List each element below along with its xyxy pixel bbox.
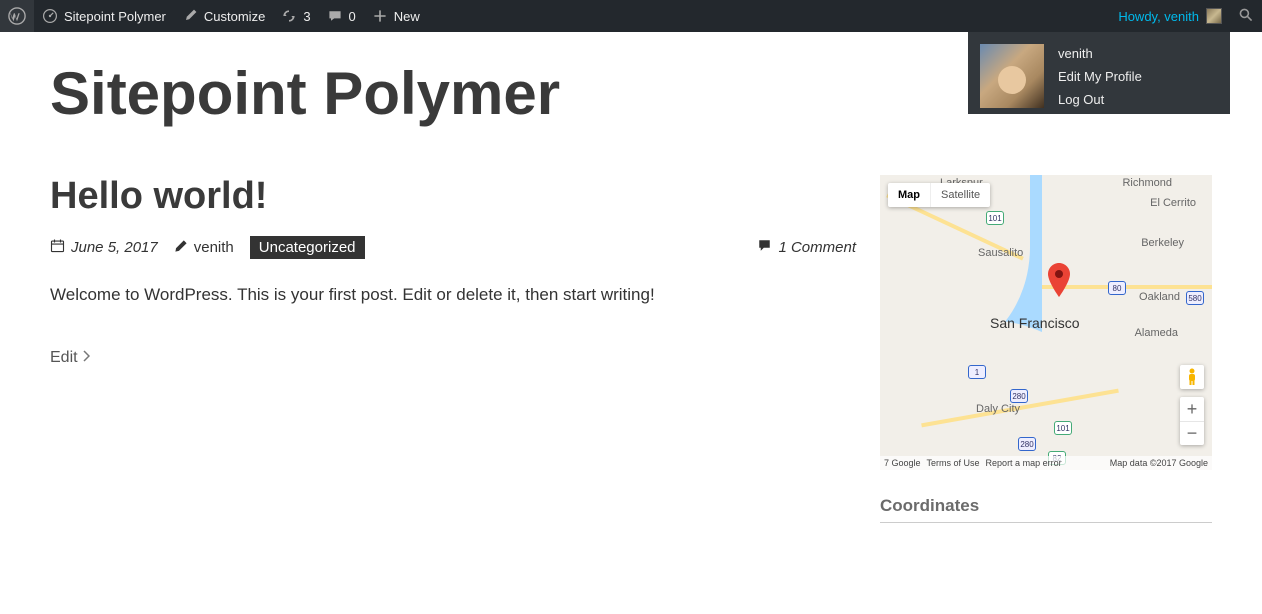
pencil-icon <box>174 239 188 257</box>
post-meta: June 5, 2017 venith Uncategorized 1 Comm… <box>50 236 856 259</box>
post-category[interactable]: Uncategorized <box>250 236 365 259</box>
new-text: New <box>394 9 420 24</box>
search-icon <box>1238 7 1254 26</box>
route-shield: 1 <box>968 365 986 379</box>
comment-bubble-icon <box>757 238 772 257</box>
calendar-icon <box>50 238 65 257</box>
post-title[interactable]: Hello world! <box>50 175 856 218</box>
route-shield: 80 <box>1108 281 1126 295</box>
dropdown-username: venith <box>1058 46 1142 61</box>
route-shield: 101 <box>986 211 1004 225</box>
update-icon <box>281 8 297 24</box>
map-label: Sausalito <box>978 247 1023 259</box>
wp-admin-bar: Sitepoint Polymer Customize 3 0 New <box>0 0 1262 32</box>
avatar-large <box>980 44 1044 108</box>
wp-logo[interactable] <box>0 0 34 32</box>
customize-text: Customize <box>204 9 265 24</box>
map-footer: 7 Google Terms of Use Report a map error… <box>880 456 1212 470</box>
route-shield: 580 <box>1186 291 1204 305</box>
google-map[interactable]: Larkspur Richmond El Cerrito Sausalito B… <box>880 175 1212 470</box>
zoom-out-button[interactable]: − <box>1180 421 1204 445</box>
map-label: Berkeley <box>1141 237 1184 249</box>
howdy-text: Howdy, venith <box>1118 9 1199 24</box>
dashboard-icon <box>42 8 58 24</box>
route-shield: 101 <box>1054 421 1072 435</box>
customize-link[interactable]: Customize <box>174 0 273 32</box>
map-label: Richmond <box>1122 177 1172 189</box>
logout-link[interactable]: Log Out <box>1058 92 1142 107</box>
map-marker-icon <box>1048 263 1070 300</box>
chevron-right-icon <box>82 349 90 367</box>
map-label: Alameda <box>1135 327 1178 339</box>
comments-count: 0 <box>349 9 356 24</box>
map-label: Oakland <box>1139 291 1180 303</box>
zoom-in-button[interactable]: + <box>1180 397 1204 421</box>
map-type-map[interactable]: Map <box>888 183 930 207</box>
map-type-control: Map Satellite <box>888 183 990 207</box>
user-dropdown: venith Edit My Profile Log Out <box>968 32 1230 114</box>
admin-search-button[interactable] <box>1230 0 1262 32</box>
route-shield: 280 <box>1018 437 1036 451</box>
site-name-text: Sitepoint Polymer <box>64 9 166 24</box>
post-body: Welcome to WordPress. This is your first… <box>50 285 856 305</box>
plus-icon <box>372 8 388 24</box>
howdy-link[interactable]: Howdy, venith <box>1110 0 1230 32</box>
brush-icon <box>182 8 198 24</box>
map-type-satellite[interactable]: Satellite <box>930 183 990 207</box>
post-date[interactable]: June 5, 2017 <box>71 239 158 256</box>
map-label: San Francisco <box>990 315 1079 331</box>
wordpress-icon <box>8 7 26 25</box>
pegman-button[interactable] <box>1180 365 1204 389</box>
new-link[interactable]: New <box>364 0 428 32</box>
site-name-link[interactable]: Sitepoint Polymer <box>34 0 174 32</box>
edit-post-link[interactable]: Edit <box>50 349 856 367</box>
avatar-small <box>1206 8 1222 24</box>
zoom-controls: + − <box>1180 397 1204 445</box>
post-comments-link[interactable]: 1 Comment <box>778 239 856 256</box>
map-label: Daly City <box>976 403 1020 415</box>
comment-icon <box>327 8 343 24</box>
terms-link[interactable]: Terms of Use <box>927 458 980 468</box>
coordinates-heading: Coordinates <box>880 496 1212 523</box>
updates-count: 3 <box>303 9 310 24</box>
route-shield: 280 <box>1010 389 1028 403</box>
post-author[interactable]: venith <box>194 239 234 256</box>
map-label: El Cerrito <box>1150 197 1196 209</box>
report-link[interactable]: Report a map error <box>986 458 1062 468</box>
comments-link[interactable]: 0 <box>319 0 364 32</box>
edit-profile-link[interactable]: Edit My Profile <box>1058 69 1142 84</box>
updates-link[interactable]: 3 <box>273 0 318 32</box>
